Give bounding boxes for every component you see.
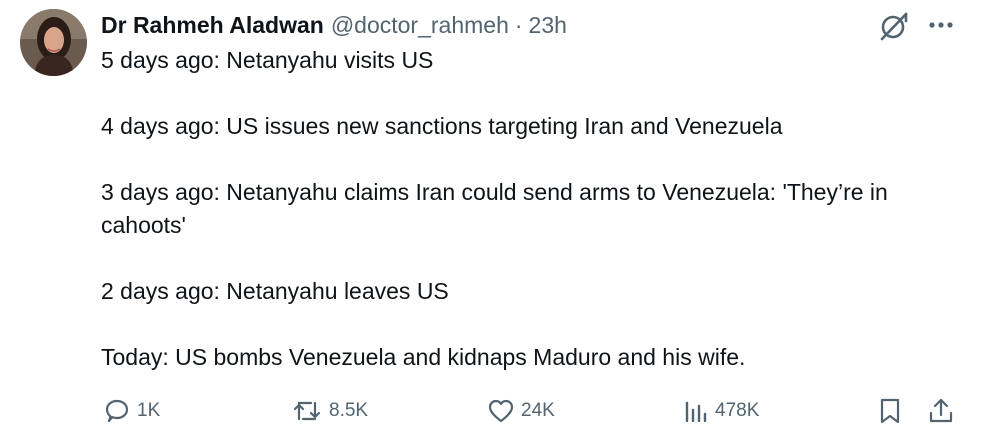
tweet-text: 5 days ago: Netanyahu visits US 4 days a… xyxy=(101,44,961,374)
like-icon xyxy=(487,397,515,425)
tweet-actions: 1K 8.5K 24K 478K xyxy=(101,394,961,428)
reply-button[interactable]: 1K xyxy=(103,394,160,428)
views-icon xyxy=(683,397,709,425)
share-button[interactable] xyxy=(927,394,955,428)
avatar[interactable] xyxy=(20,9,87,76)
views-button[interactable]: 478K xyxy=(683,394,759,428)
bookmark-button[interactable] xyxy=(876,394,904,428)
repost-button[interactable]: 8.5K xyxy=(291,394,368,428)
tweet-line: 5 days ago: Netanyahu visits US xyxy=(101,47,434,73)
tweet-timestamp[interactable]: 23h xyxy=(529,12,567,39)
author-handle[interactable]: @doctor_rahmeh xyxy=(331,12,509,39)
tweet-header: Dr Rahmeh Aladwan @doctor_rahmeh · 23h xyxy=(101,10,567,40)
reply-icon xyxy=(103,397,131,425)
tweet-line: 2 days ago: Netanyahu leaves US xyxy=(101,278,449,304)
grok-icon[interactable] xyxy=(877,9,911,43)
tweet-line: 4 days ago: US issues new sanctions targ… xyxy=(101,113,783,139)
views-count: 478K xyxy=(715,400,760,421)
tweet-line: Today: US bombs Venezuela and kidnaps Ma… xyxy=(101,344,746,370)
tweet-line: 3 days ago: Netanyahu claims Iran could … xyxy=(101,179,888,238)
reply-count: 1K xyxy=(137,400,161,421)
tweet: Dr Rahmeh Aladwan @doctor_rahmeh · 23h 5… xyxy=(0,0,986,440)
more-options-icon[interactable] xyxy=(926,12,956,38)
repost-count: 8.5K xyxy=(329,400,369,421)
author-display-name[interactable]: Dr Rahmeh Aladwan xyxy=(101,12,324,39)
like-button[interactable]: 24K xyxy=(487,394,555,428)
like-count: 24K xyxy=(521,400,555,421)
bookmark-icon xyxy=(876,397,904,425)
share-icon xyxy=(927,397,955,425)
header-separator: · xyxy=(514,11,523,38)
repost-icon xyxy=(291,397,323,425)
